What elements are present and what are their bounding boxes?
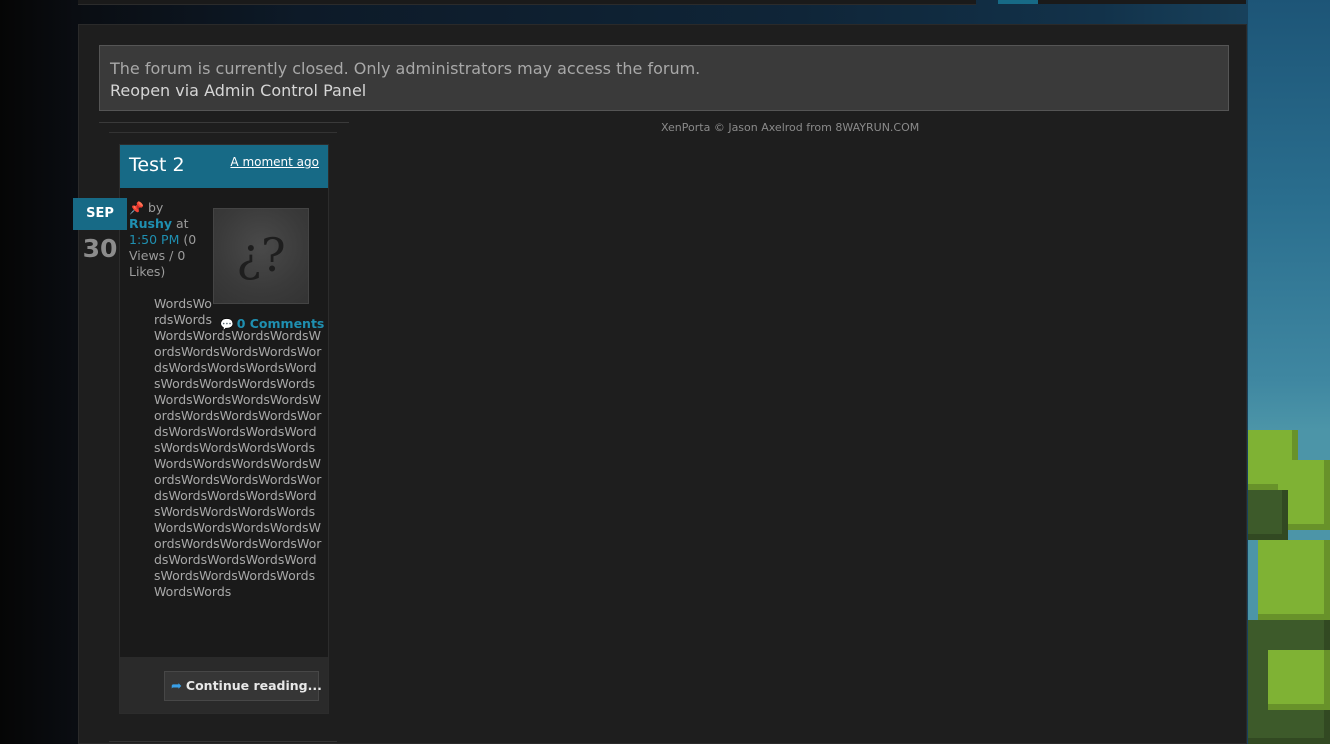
date-month-badge: SEP bbox=[73, 198, 127, 230]
article-footer: ➦ Continue reading... bbox=[120, 657, 328, 713]
top-search-bar bbox=[998, 0, 1246, 4]
article-posted-ago-link[interactable]: A moment ago bbox=[230, 155, 319, 169]
article-text-narrow: WordsWordsWords bbox=[154, 296, 213, 327]
post-time-link[interactable]: 1:50 PM bbox=[129, 232, 179, 247]
curved-arrow-icon: ➦ bbox=[171, 679, 182, 694]
article-header: Test 2 A moment ago bbox=[120, 145, 328, 188]
article-thumbnail[interactable]: ¿? bbox=[213, 208, 309, 304]
date-day: 30 bbox=[82, 234, 118, 263]
background-scenery bbox=[1248, 0, 1330, 744]
at-label: at bbox=[176, 216, 189, 231]
article-meta: 📌 by Rushy at 1:50 PM (0 Views / 0 Likes… bbox=[129, 200, 207, 280]
article-body: 📌 by Rushy at 1:50 PM (0 Views / 0 Likes… bbox=[120, 188, 328, 657]
top-navigation-bar bbox=[78, 0, 976, 5]
by-label: by bbox=[147, 200, 164, 215]
main-content-panel: The forum is currently closed. Only admi… bbox=[78, 24, 1247, 744]
divider bbox=[109, 132, 337, 133]
placeholder-question-icon: ¿? bbox=[236, 228, 286, 282]
article-title[interactable]: Test 2 bbox=[129, 154, 185, 176]
article-text-wide: WordsWordsWordsWordsWordsWordsWordsWords… bbox=[154, 328, 322, 599]
divider bbox=[99, 122, 349, 123]
xenporta-credit[interactable]: XenPorta © Jason Axelrod from 8WAYRUN.CO… bbox=[661, 121, 919, 134]
author-link[interactable]: Rushy bbox=[129, 216, 172, 231]
continue-reading-button[interactable]: ➦ Continue reading... bbox=[164, 671, 322, 701]
continue-reading-label: Continue reading... bbox=[185, 678, 322, 693]
article-text: WordsWordsWords WordsWordsWordsWordsWord… bbox=[154, 296, 322, 600]
search-button-accent[interactable] bbox=[998, 0, 1038, 4]
notice-message: The forum is currently closed. Only admi… bbox=[110, 59, 701, 78]
divider bbox=[109, 741, 337, 742]
reopen-link[interactable]: Reopen via Admin Control Panel bbox=[110, 80, 1218, 102]
article-card: Test 2 A moment ago 📌 by Rushy at 1:50 P… bbox=[119, 144, 329, 714]
forum-closed-notice: The forum is currently closed. Only admi… bbox=[99, 45, 1229, 111]
pin-icon: 📌 bbox=[129, 201, 144, 215]
